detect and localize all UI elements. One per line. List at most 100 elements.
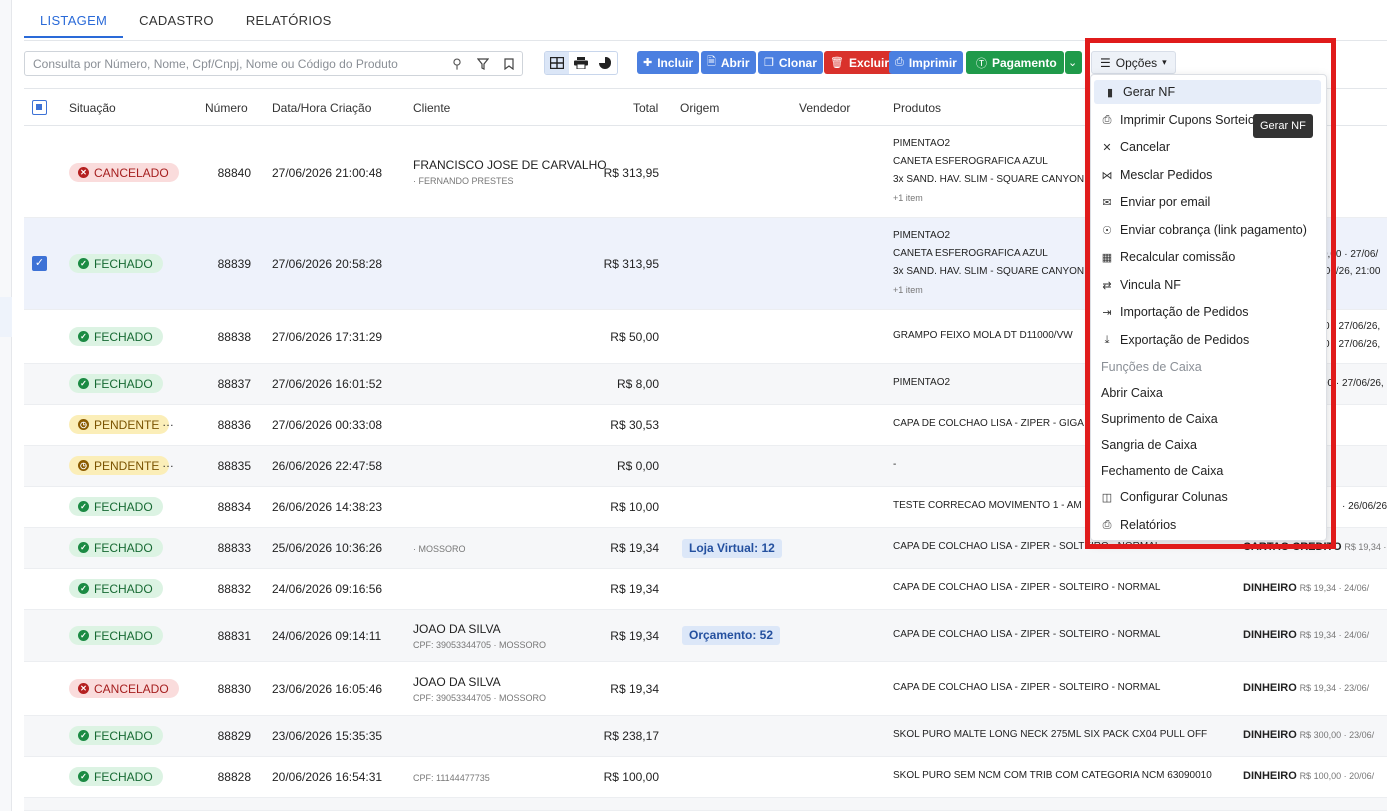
row-total: R$ 8,00 bbox=[616, 377, 659, 391]
tab-listagem[interactable]: LISTAGEM bbox=[24, 0, 124, 38]
imprimir-button[interactable]: ⎙ Imprimir bbox=[889, 51, 963, 74]
col-produtos[interactable]: Produtos bbox=[893, 101, 941, 115]
status-text: FECHADO bbox=[94, 581, 153, 596]
col-numero[interactable]: Número bbox=[205, 101, 248, 115]
row-total: R$ 238,17 bbox=[603, 729, 659, 743]
menu-item-sangria[interactable]: Sangria de Caixa bbox=[1091, 433, 1328, 457]
row-numero: 88828 bbox=[217, 770, 251, 784]
excluir-label: Excluir bbox=[848, 55, 889, 70]
filter-icon[interactable] bbox=[470, 52, 496, 75]
produto-line: 3x SAND. HAV. SLIM - SQUARE CANYON bbox=[893, 266, 1085, 277]
row-pagamento: DINHEIRO R$ 19,34 · 23/06/ bbox=[1243, 682, 1369, 694]
select-all-checkbox[interactable] bbox=[32, 100, 47, 115]
row-numero: 88829 bbox=[217, 729, 251, 743]
menu-item-enviar-email[interactable]: ✉ Enviar por email bbox=[1091, 190, 1328, 214]
left-sidebar-edge bbox=[0, 0, 12, 811]
more-ellipsis[interactable]: … bbox=[162, 456, 174, 470]
produto-more: +1 item bbox=[893, 285, 923, 295]
row-total: R$ 19,34 bbox=[610, 682, 659, 696]
menu-item-label: Cancelar bbox=[1120, 140, 1171, 154]
table-row[interactable]: ✓ FECHADO 88832 24/06/2026 09:16:56 R$ 19… bbox=[24, 569, 1387, 610]
search-input[interactable] bbox=[25, 56, 444, 71]
origem-badge[interactable]: Orçamento: 52 bbox=[682, 626, 781, 645]
clonar-button[interactable]: ❐ Clonar bbox=[758, 51, 823, 74]
calculator-icon: ▦ bbox=[1101, 251, 1113, 264]
col-cliente[interactable]: Cliente bbox=[413, 101, 450, 115]
clock-icon: ◷ bbox=[78, 460, 89, 471]
row-pagamento: /06/26, 21:00 bbox=[1322, 266, 1381, 277]
row-produtos: GRAMPO FEIXO MOLA DT D11000/VW bbox=[893, 330, 1073, 341]
row-numero: 88835 bbox=[217, 459, 251, 473]
menu-item-enviar-cobranca[interactable]: ☉ Enviar cobrança (link pagamento) bbox=[1091, 218, 1328, 242]
menu-item-suprimento[interactable]: Suprimento de Caixa bbox=[1091, 407, 1328, 431]
bookmark-icon[interactable] bbox=[496, 52, 522, 75]
menu-item-label: Imprimir Cupons Sorteio bbox=[1120, 113, 1255, 127]
print-view-icon[interactable] bbox=[569, 52, 593, 74]
status-text: FECHADO bbox=[94, 728, 153, 743]
excluir-button[interactable]: 🗑 Excluir bbox=[824, 51, 895, 74]
clonar-label: Clonar bbox=[778, 55, 817, 70]
app-root: LISTAGEM CADASTRO RELATÓRIOS ⚲ ✚Incluir … bbox=[0, 0, 1387, 811]
status-text: FECHADO bbox=[94, 256, 153, 271]
pagamento-dropdown-button[interactable]: ⌄ bbox=[1065, 51, 1082, 74]
row-pagamento: CARTAO CREDITO R$ 19,34 · 2 bbox=[1243, 541, 1387, 553]
table-row[interactable]: ✕ CANCELADO 88830 23/06/2026 16:05:46 JOA… bbox=[24, 662, 1387, 716]
menu-item-label: Vincula NF bbox=[1120, 278, 1181, 292]
search-icon[interactable]: ⚲ bbox=[444, 52, 470, 75]
copy-icon: ❐ bbox=[764, 57, 774, 69]
col-origem[interactable]: Origem bbox=[680, 101, 719, 115]
check-circle-icon: ✓ bbox=[78, 583, 89, 594]
clock-icon: ◷ bbox=[78, 419, 89, 430]
menu-item-vincula-nf[interactable]: ⇄ Vincula NF bbox=[1091, 273, 1328, 297]
col-data[interactable]: Data/Hora Criação bbox=[272, 101, 371, 115]
row-total: R$ 19,34 bbox=[610, 629, 659, 643]
row-numero: 88837 bbox=[217, 377, 251, 391]
row-data: 23/06/2026 16:05:46 bbox=[272, 682, 383, 696]
col-total[interactable]: Total bbox=[633, 101, 658, 115]
menu-item-cancelar[interactable]: ✕ Cancelar bbox=[1091, 135, 1328, 159]
menu-item-exportacao[interactable]: ⤓ Exportação de Pedidos bbox=[1091, 328, 1328, 352]
col-vendedor[interactable]: Vendedor bbox=[799, 101, 850, 115]
menu-item-fechamento[interactable]: Fechamento de Caixa bbox=[1091, 459, 1328, 483]
row-produtos: TESTE CORRECAO MOVIMENTO 1 - AM bbox=[893, 500, 1082, 511]
tab-cadastro[interactable]: CADASTRO bbox=[123, 0, 230, 38]
menu-item-relatorios[interactable]: ⎙ Relatórios bbox=[1091, 513, 1328, 537]
row-checkbox[interactable]: ✓ bbox=[32, 256, 47, 271]
menu-item-configurar-colunas[interactable]: ◫ Configurar Colunas bbox=[1091, 485, 1328, 509]
tab-relatorios[interactable]: RELATÓRIOS bbox=[230, 0, 348, 38]
row-numero: 88836 bbox=[217, 418, 251, 432]
menu-item-importacao[interactable]: ⇥ Importação de Pedidos bbox=[1091, 300, 1328, 324]
pay-detail: R$ 100,00 · 20/06/ bbox=[1299, 771, 1375, 781]
incluir-button[interactable]: ✚ Incluir bbox=[637, 51, 700, 74]
row-total: R$ 30,53 bbox=[610, 418, 659, 432]
table-view-icon[interactable] bbox=[545, 52, 569, 74]
pagamento-button[interactable]: Ⓣ Pagamento bbox=[966, 51, 1064, 74]
menu-item-mesclar[interactable]: ⋈ Mesclar Pedidos bbox=[1091, 163, 1328, 187]
row-cliente: JOAO DA SILVA CPF: 39053344705 · MOSSORO bbox=[413, 675, 546, 703]
pay-method: CARTAO CREDITO bbox=[1243, 541, 1342, 553]
row-produtos: PIMENTAO2 CANETA ESFEROGRAFICA AZUL 3x SAN… bbox=[893, 227, 1084, 299]
columns-icon: ◫ bbox=[1101, 491, 1113, 504]
col-situacao[interactable]: Situação bbox=[69, 101, 116, 115]
abrir-button[interactable]: 🗎 Abrir bbox=[701, 51, 756, 74]
table-row[interactable]: ✓ FECHADO 88828 20/06/2026 16:54:31 CPF: … bbox=[24, 757, 1387, 798]
row-produtos: SKOL PURO SEM NCM COM TRIB COM CATEGORIA… bbox=[893, 770, 1212, 781]
row-numero: 88833 bbox=[217, 541, 251, 555]
row-total: R$ 313,95 bbox=[603, 257, 659, 271]
cliente-sub: · MOSSORO bbox=[413, 544, 466, 554]
pie-chart-icon[interactable] bbox=[593, 52, 617, 74]
row-data: 23/06/2026 15:35:35 bbox=[272, 729, 383, 743]
menu-item-abrir-caixa[interactable]: Abrir Caixa bbox=[1091, 381, 1328, 405]
row-data: 27/06/2026 21:00:48 bbox=[272, 166, 383, 180]
menu-item-recalcular[interactable]: ▦ Recalcular comissão bbox=[1091, 245, 1328, 269]
more-ellipsis[interactable]: … bbox=[162, 415, 174, 429]
table-row[interactable] bbox=[24, 798, 1387, 811]
menu-item-gerar-nf[interactable]: ▮ Gerar NF bbox=[1094, 80, 1321, 104]
trash-icon: 🗑 bbox=[830, 57, 844, 69]
produto-line: PIMENTAO2 bbox=[893, 230, 951, 241]
table-row[interactable]: ✓ FECHADO 88829 23/06/2026 15:35:35 R$ 23… bbox=[24, 716, 1387, 757]
row-total: R$ 19,34 bbox=[610, 582, 659, 596]
origem-badge[interactable]: Loja Virtual: 12 bbox=[682, 539, 782, 558]
opcoes-button[interactable]: ☰ Opções ▾ bbox=[1091, 51, 1176, 74]
table-row[interactable]: ✓ FECHADO 88831 24/06/2026 09:14:11 JOAO … bbox=[24, 610, 1387, 662]
